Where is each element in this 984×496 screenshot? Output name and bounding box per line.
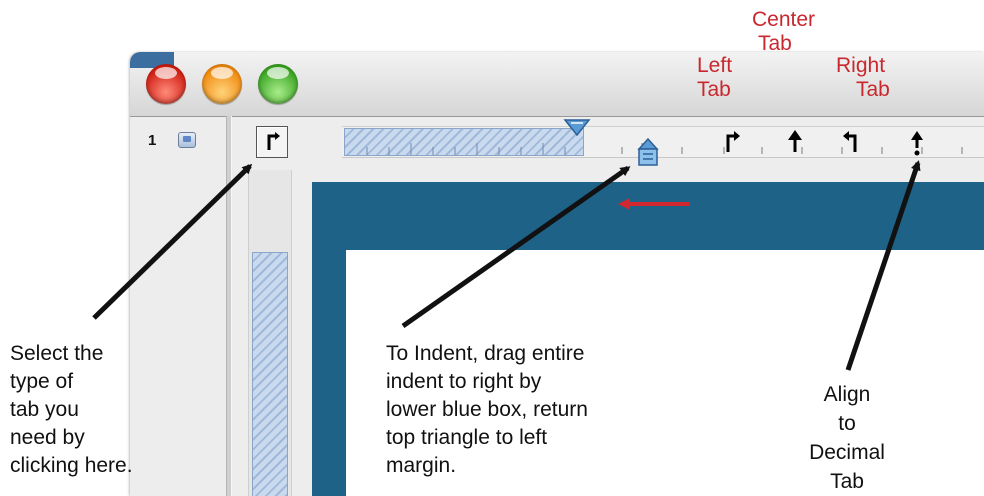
page-stepper-icon[interactable] [178,132,196,148]
left-tab-icon [267,132,280,150]
center-tab-icon[interactable] [783,126,807,156]
sidebar-divider[interactable] [226,116,232,496]
caption-line: need by [10,426,85,449]
caption-line: margin. [386,454,457,477]
right-tab-icon[interactable] [839,126,863,156]
page-number: 1 [148,132,157,149]
right-tab-label: Right Tab [836,54,890,102]
margin-hatch [344,128,584,156]
caption-line: indent to right by [386,370,542,393]
left-tab-label: Left Tab [697,54,732,102]
decimal-tab-icon[interactable] [905,126,929,156]
minimize-icon[interactable] [202,64,242,104]
caption-line: Align [823,383,871,406]
center-tab-label-line2: Tab [758,32,792,55]
indent-box-icon[interactable] [635,138,661,168]
decimal-caption: Align to Decimal Tab [782,380,912,496]
hatch-ticks [366,143,566,155]
center-tab-label: Center Tab [752,8,815,56]
caption-line: Tab [830,470,864,493]
vertical-ruler [252,252,288,496]
caption-line: to [838,412,856,435]
close-icon[interactable] [146,64,186,104]
caption-line: Select the [10,342,104,365]
caption-line: tab you [10,398,79,421]
left-tab-label-line2: Tab [697,78,731,101]
caption-line: lower blue box, return [386,398,588,421]
left-tab-icon[interactable] [720,126,744,156]
caption-line: type of [10,370,74,393]
right-tab-label-line2: Tab [856,78,890,101]
right-tab-label-line1: Right [836,54,886,77]
caption-line: To Indent, drag entire [386,342,585,365]
select-tab-caption: Select the type of tab you need by click… [10,340,133,480]
tab-type-selector-button[interactable] [256,126,288,158]
caption-line: clicking here. [10,454,133,477]
center-tab-label-line1: Center [752,8,816,31]
left-tab-label-line1: Left [697,54,733,77]
caption-line: Decimal [809,441,885,464]
zoom-icon[interactable] [258,64,298,104]
indent-triangle-icon[interactable] [562,118,592,138]
caption-line: top triangle to left [386,426,548,449]
indent-caption: To Indent, drag entire indent to right b… [386,340,588,480]
